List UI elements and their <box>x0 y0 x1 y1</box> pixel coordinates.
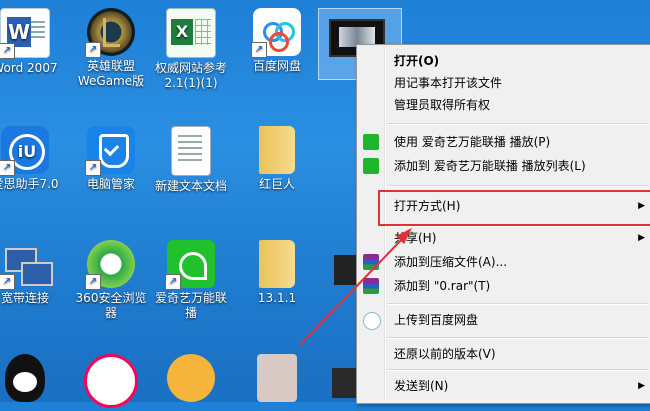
annotation-arrow-icon <box>299 228 412 346</box>
